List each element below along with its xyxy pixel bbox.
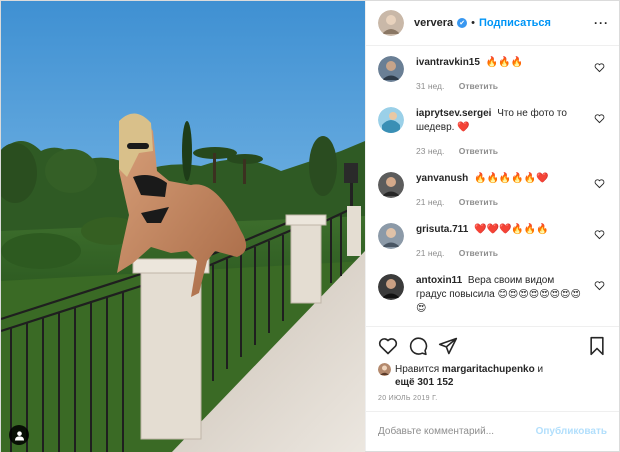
- reply-button[interactable]: Ответить: [459, 81, 498, 91]
- comment-username[interactable]: antoxin11: [416, 275, 462, 286]
- comments-list[interactable]: ivantravkin15 🔥🔥🔥 31 нед. Ответить iapry…: [366, 46, 619, 326]
- author-username[interactable]: ververa: [414, 17, 453, 29]
- comment-username[interactable]: ivantravkin15: [416, 57, 480, 68]
- comment-item: ivantravkin15 🔥🔥🔥 31 нед. Ответить: [378, 56, 607, 93]
- reply-button[interactable]: Ответить: [459, 197, 498, 207]
- comment-text: 🔥🔥🔥🔥🔥❤️: [474, 173, 549, 184]
- heart-icon[interactable]: [378, 336, 398, 356]
- likes-count[interactable]: ещё 301 152: [395, 377, 454, 388]
- commenter-avatar[interactable]: [378, 223, 404, 249]
- comment-username[interactable]: grisuta.711: [416, 224, 468, 235]
- instagram-post: ververa ✔ • Подписаться ··· ivantravkin1…: [0, 0, 620, 452]
- comment-age[interactable]: 31 нед.: [416, 81, 444, 91]
- comment-icon[interactable]: [408, 336, 428, 356]
- comment-item: yanvanush 🔥🔥🔥🔥🔥❤️ 21 нед. Ответить: [378, 172, 607, 209]
- comment-like-heart-icon[interactable]: [594, 178, 605, 189]
- comment-like-heart-icon[interactable]: [594, 62, 605, 73]
- comment-age[interactable]: 21 нед.: [416, 248, 444, 258]
- liker-avatar[interactable]: [378, 363, 391, 376]
- comment-like-heart-icon[interactable]: [594, 113, 605, 124]
- author-avatar[interactable]: [378, 10, 404, 36]
- comment-age[interactable]: 23 нед.: [416, 146, 444, 156]
- action-bar: [378, 335, 607, 357]
- comment-username[interactable]: yanvanush: [416, 173, 468, 184]
- comment-item: iaprytsev.sergei Что не фото то шедевр. …: [378, 107, 607, 158]
- add-comment-bar: Опубликовать: [366, 411, 619, 451]
- verified-icon: ✔: [457, 18, 468, 28]
- likes-prefix: Нравится: [395, 364, 440, 375]
- commenter-avatar[interactable]: [378, 274, 404, 300]
- more-icon[interactable]: ···: [594, 16, 609, 30]
- comment-like-heart-icon[interactable]: [594, 229, 605, 240]
- user-tag-button[interactable]: [9, 425, 29, 445]
- commenter-avatar[interactable]: [378, 172, 404, 198]
- commenter-avatar[interactable]: [378, 56, 404, 82]
- publish-button[interactable]: Опубликовать: [536, 426, 607, 437]
- post-header: ververa ✔ • Подписаться ···: [366, 1, 619, 46]
- comment-like-heart-icon[interactable]: [594, 280, 605, 291]
- commenter-avatar[interactable]: [378, 107, 404, 133]
- reply-button[interactable]: Ответить: [459, 146, 498, 156]
- comment-text: 🔥🔥🔥: [485, 57, 524, 68]
- comment-input[interactable]: [378, 426, 536, 437]
- post-photo[interactable]: [1, 1, 365, 452]
- likes-conjunction: и: [537, 364, 544, 375]
- post-date[interactable]: 20 ИЮЛЬ 2019 Г.: [378, 395, 607, 402]
- comment-item: antoxin11 Вера своим видом градус повыси…: [378, 274, 607, 316]
- post-actions-area: Нравится margaritachupenko и ещё 301 152…: [366, 326, 619, 411]
- follow-button[interactable]: Подписаться: [479, 17, 551, 29]
- reply-button[interactable]: Ответить: [459, 248, 498, 258]
- bookmark-icon[interactable]: [587, 336, 607, 356]
- header-separator: •: [471, 17, 476, 29]
- user-tag-icon: [14, 430, 24, 441]
- post-side-panel: ververa ✔ • Подписаться ··· ivantravkin1…: [365, 1, 619, 451]
- likes-summary: Нравится margaritachupenko и ещё 301 152: [378, 363, 607, 389]
- share-icon[interactable]: [438, 336, 458, 356]
- comment-text: ❤️❤️❤️🔥🔥🔥: [474, 224, 549, 235]
- liker-username[interactable]: margaritachupenko: [442, 364, 535, 375]
- comment-age[interactable]: 21 нед.: [416, 197, 444, 207]
- comment-item: grisuta.711 ❤️❤️❤️🔥🔥🔥 21 нед. Ответить: [378, 223, 607, 260]
- comment-username[interactable]: iaprytsev.sergei: [416, 108, 491, 119]
- photo-image: [1, 1, 365, 452]
